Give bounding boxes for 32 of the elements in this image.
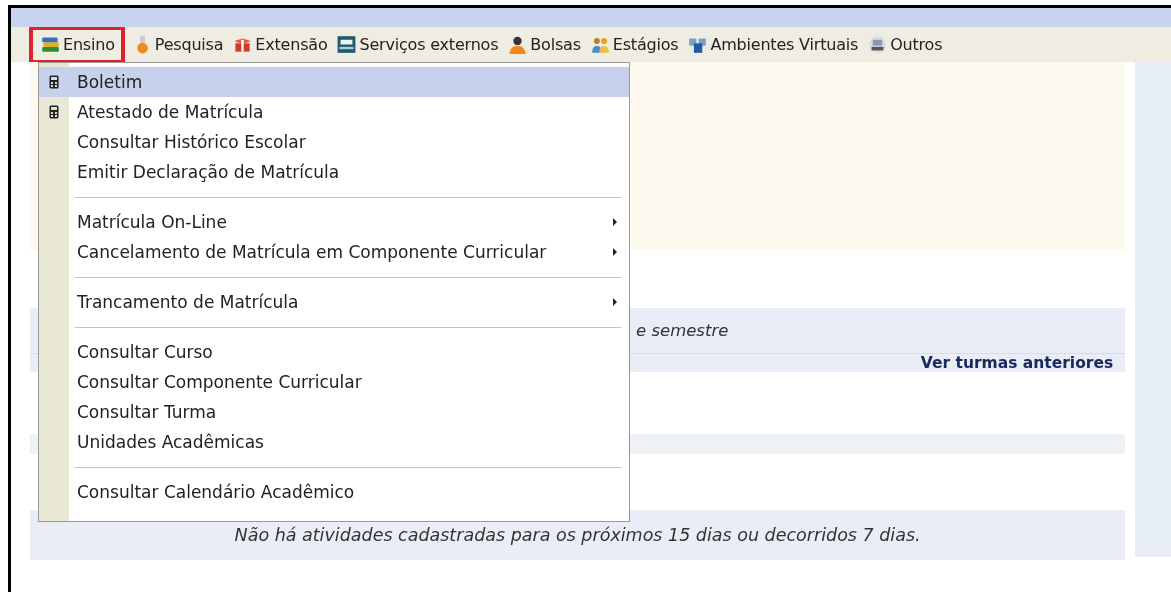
menu-bar-item[interactable]: Ensino: [33, 29, 121, 60]
person-icon: [508, 35, 528, 54]
menu-bar-item[interactable]: Serviços externos: [335, 29, 501, 60]
menu-item[interactable]: Consultar Turma: [39, 397, 629, 427]
menu-item[interactable]: Cancelamento de Matrícula em Componente Curricular: [39, 237, 629, 267]
people-icon: [590, 35, 610, 54]
calculator-icon: [49, 75, 59, 89]
computer-icon: [868, 35, 888, 54]
submenu-arrow-icon: [613, 248, 617, 256]
books-icon: [41, 35, 60, 54]
calculator-icon: [49, 105, 59, 119]
menu-bar-item[interactable]: Outros: [866, 29, 945, 60]
menu-item[interactable]: Consultar Componente Curricular: [39, 367, 629, 397]
monitor-icon: [337, 35, 357, 54]
submenu-arrow-icon: [613, 218, 617, 226]
previous-classes-link[interactable]: Ver turmas anteriores: [920, 354, 1114, 372]
menu-item[interactable]: Consultar Curso: [39, 337, 629, 367]
menu-item[interactable]: Boletim: [39, 67, 629, 97]
menu-item[interactable]: Consultar Calendário Acadêmico: [39, 477, 629, 507]
menu-item[interactable]: Emitir Declaração de Matrícula: [39, 157, 629, 187]
menu-bar-item[interactable]: Bolsas: [506, 29, 583, 60]
submenu-arrow-icon: [613, 298, 617, 306]
menu-bar-item[interactable]: Pesquisa: [130, 29, 226, 60]
menu-bar-item[interactable]: Estágios: [588, 29, 681, 60]
menu-item[interactable]: Unidades Acadêmicas: [39, 427, 629, 457]
menu-bar-item[interactable]: Ambientes Virtuais: [686, 29, 861, 60]
menu-item[interactable]: Consultar Histórico Escolar: [39, 127, 629, 157]
section-title: e semestre: [636, 321, 729, 340]
menu-item[interactable]: Atestado de Matrícula: [39, 97, 629, 127]
menu-item[interactable]: Trancamento de Matrícula: [39, 287, 629, 317]
menu-item[interactable]: Matrícula On-Line: [39, 207, 629, 237]
menu-bar-item[interactable]: Extensão: [231, 29, 330, 60]
